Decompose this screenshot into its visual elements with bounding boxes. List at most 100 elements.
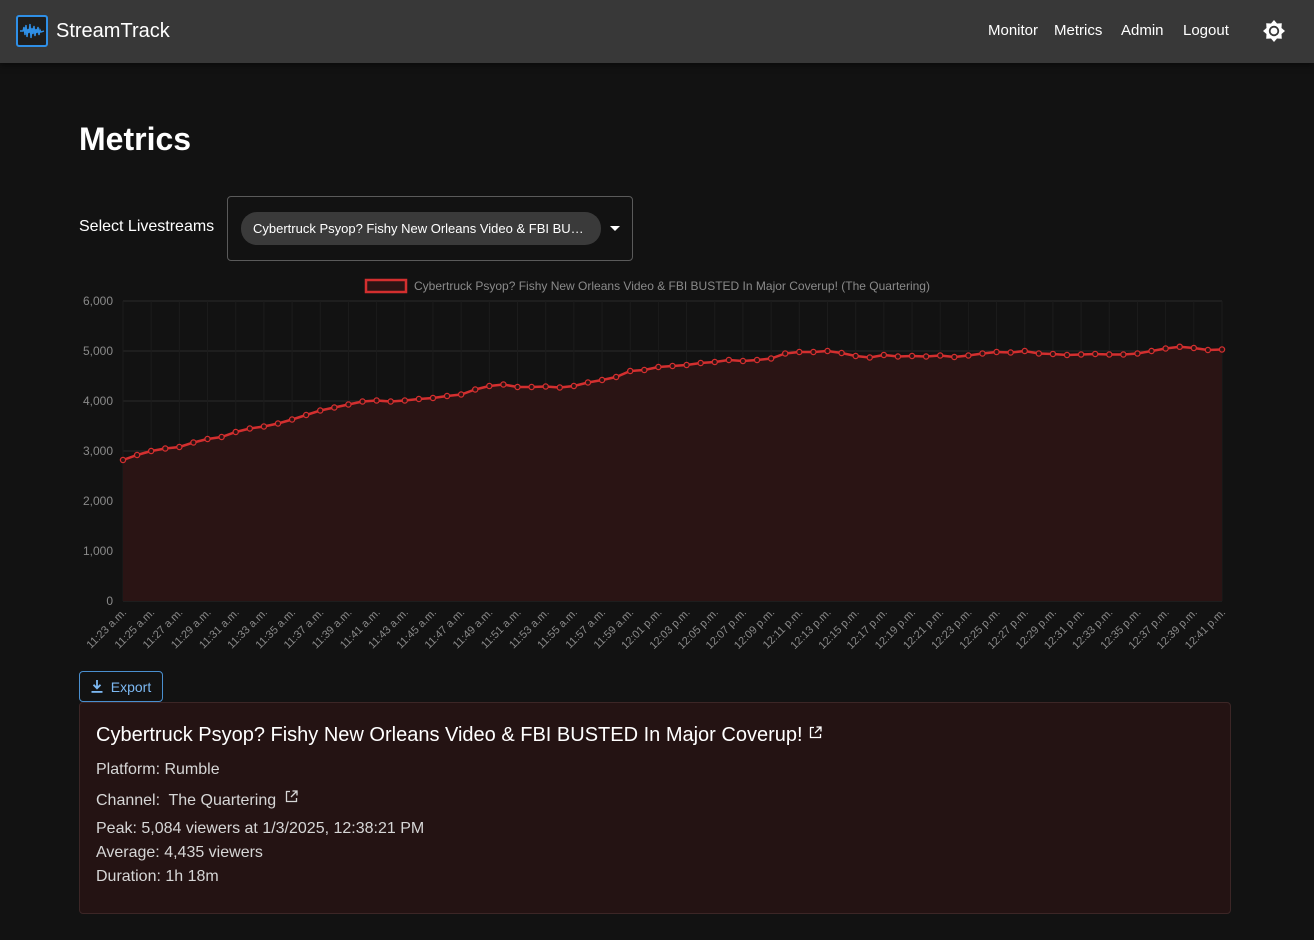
data-point (922, 353, 930, 360)
data-point (612, 373, 620, 381)
app-name: StreamTrack (56, 19, 170, 42)
external-link-icon[interactable] (809, 726, 822, 739)
data-point (1120, 351, 1127, 358)
viewers-chart: 01,0002,0003,0004,0005,0006,000 11:23 a.… (83, 278, 1228, 652)
export-label: Export (110, 678, 152, 695)
data-point (781, 350, 789, 357)
data-point (302, 411, 310, 419)
data-point (951, 353, 958, 361)
channel-line: Channel: The Quartering (96, 790, 298, 810)
brightness-icon[interactable] (1260, 17, 1288, 45)
data-point (626, 367, 634, 375)
data-point (866, 354, 874, 361)
nav-monitor[interactable]: Monitor (988, 22, 1038, 39)
data-point (147, 447, 155, 455)
data-point (176, 443, 183, 451)
data-point (655, 363, 662, 371)
data-point (894, 353, 902, 360)
data-point (232, 428, 239, 436)
data-point (796, 348, 803, 356)
data-point (204, 435, 211, 443)
livestream-select[interactable]: Cybertruck Psyop? Fishy New Orleans Vide… (227, 196, 633, 261)
data-point (598, 376, 606, 384)
data-point (1035, 350, 1043, 357)
data-point (331, 404, 338, 411)
y-tick-label: 4,000 (83, 394, 113, 408)
y-tick-label: 3,000 (83, 444, 113, 458)
data-point (415, 395, 423, 403)
nav-metrics[interactable]: Metrics (1054, 22, 1102, 39)
data-point (810, 348, 817, 356)
stream-title[interactable]: Cybertruck Psyop? Fishy New Orleans Vide… (96, 724, 822, 747)
export-button[interactable]: Export (79, 671, 163, 702)
y-tick-label: 6,000 (83, 294, 113, 308)
data-point (993, 348, 1000, 356)
data-point (936, 352, 944, 359)
data-point (500, 381, 507, 388)
data-point (1176, 343, 1183, 351)
data-point (246, 425, 254, 432)
data-point (1106, 351, 1113, 358)
data-point (317, 407, 324, 414)
selected-stream-chip[interactable]: Cybertruck Psyop? Fishy New Orleans Vide… (241, 212, 601, 245)
data-point (908, 352, 916, 360)
average-line: Average: 4,435 viewers (96, 844, 263, 861)
channel-value[interactable]: The Quartering (169, 792, 277, 809)
legend-swatch (364, 278, 408, 294)
data-point (669, 362, 676, 370)
data-point (711, 358, 719, 366)
nav-logout[interactable]: Logout (1183, 22, 1229, 39)
data-point (443, 392, 451, 400)
platform-line: Platform: Rumble (96, 761, 220, 779)
data-point (401, 397, 409, 404)
channel-label: Channel: (96, 792, 161, 809)
nav-admin[interactable]: Admin (1121, 22, 1164, 39)
data-point (1049, 350, 1057, 358)
data-point (1007, 349, 1014, 356)
data-point (1021, 347, 1028, 355)
data-point (486, 382, 493, 390)
peak-line: Peak: 5,084 viewers at 1/3/2025, 12:38:2… (96, 820, 425, 837)
data-point (260, 423, 268, 430)
channel-external-link-icon[interactable] (285, 790, 298, 803)
data-point (471, 386, 479, 393)
download-icon (91, 680, 103, 693)
data-point (1204, 346, 1212, 354)
dropdown-arrow-icon[interactable] (610, 226, 620, 231)
data-point (753, 356, 761, 364)
data-point (556, 384, 564, 391)
data-point (373, 397, 380, 404)
series-area (123, 346, 1222, 601)
data-point (528, 383, 535, 391)
data-point (739, 357, 747, 365)
data-point (852, 352, 859, 360)
data-point (570, 382, 578, 390)
data-point (133, 451, 141, 459)
data-point (641, 366, 648, 374)
data-point (359, 398, 366, 405)
data-point (725, 356, 733, 364)
duration-line: Duration: 1h 18m (96, 868, 219, 885)
select-livestreams-label: Select Livestreams (79, 218, 215, 235)
data-point (880, 351, 888, 359)
data-point (767, 355, 775, 362)
data-point (162, 445, 169, 452)
data-point (288, 416, 296, 423)
data-point (542, 383, 549, 390)
data-point (190, 439, 197, 446)
y-tick-label: 2,000 (83, 494, 113, 508)
legend-label: Cybertruck Psyop? Fishy New Orleans Vide… (414, 279, 930, 293)
brand[interactable]: StreamTrack (16, 15, 170, 47)
data-point (457, 391, 465, 398)
waveform-icon (16, 15, 48, 47)
page-title: Metrics (79, 121, 192, 157)
data-point (1218, 346, 1226, 353)
data-point (683, 361, 690, 369)
data-point (697, 359, 704, 367)
platform-label: Platform: (96, 761, 161, 778)
data-point (514, 383, 521, 391)
data-point (119, 456, 127, 464)
data-point (1162, 345, 1169, 352)
data-point (345, 401, 352, 408)
data-point (965, 352, 972, 359)
